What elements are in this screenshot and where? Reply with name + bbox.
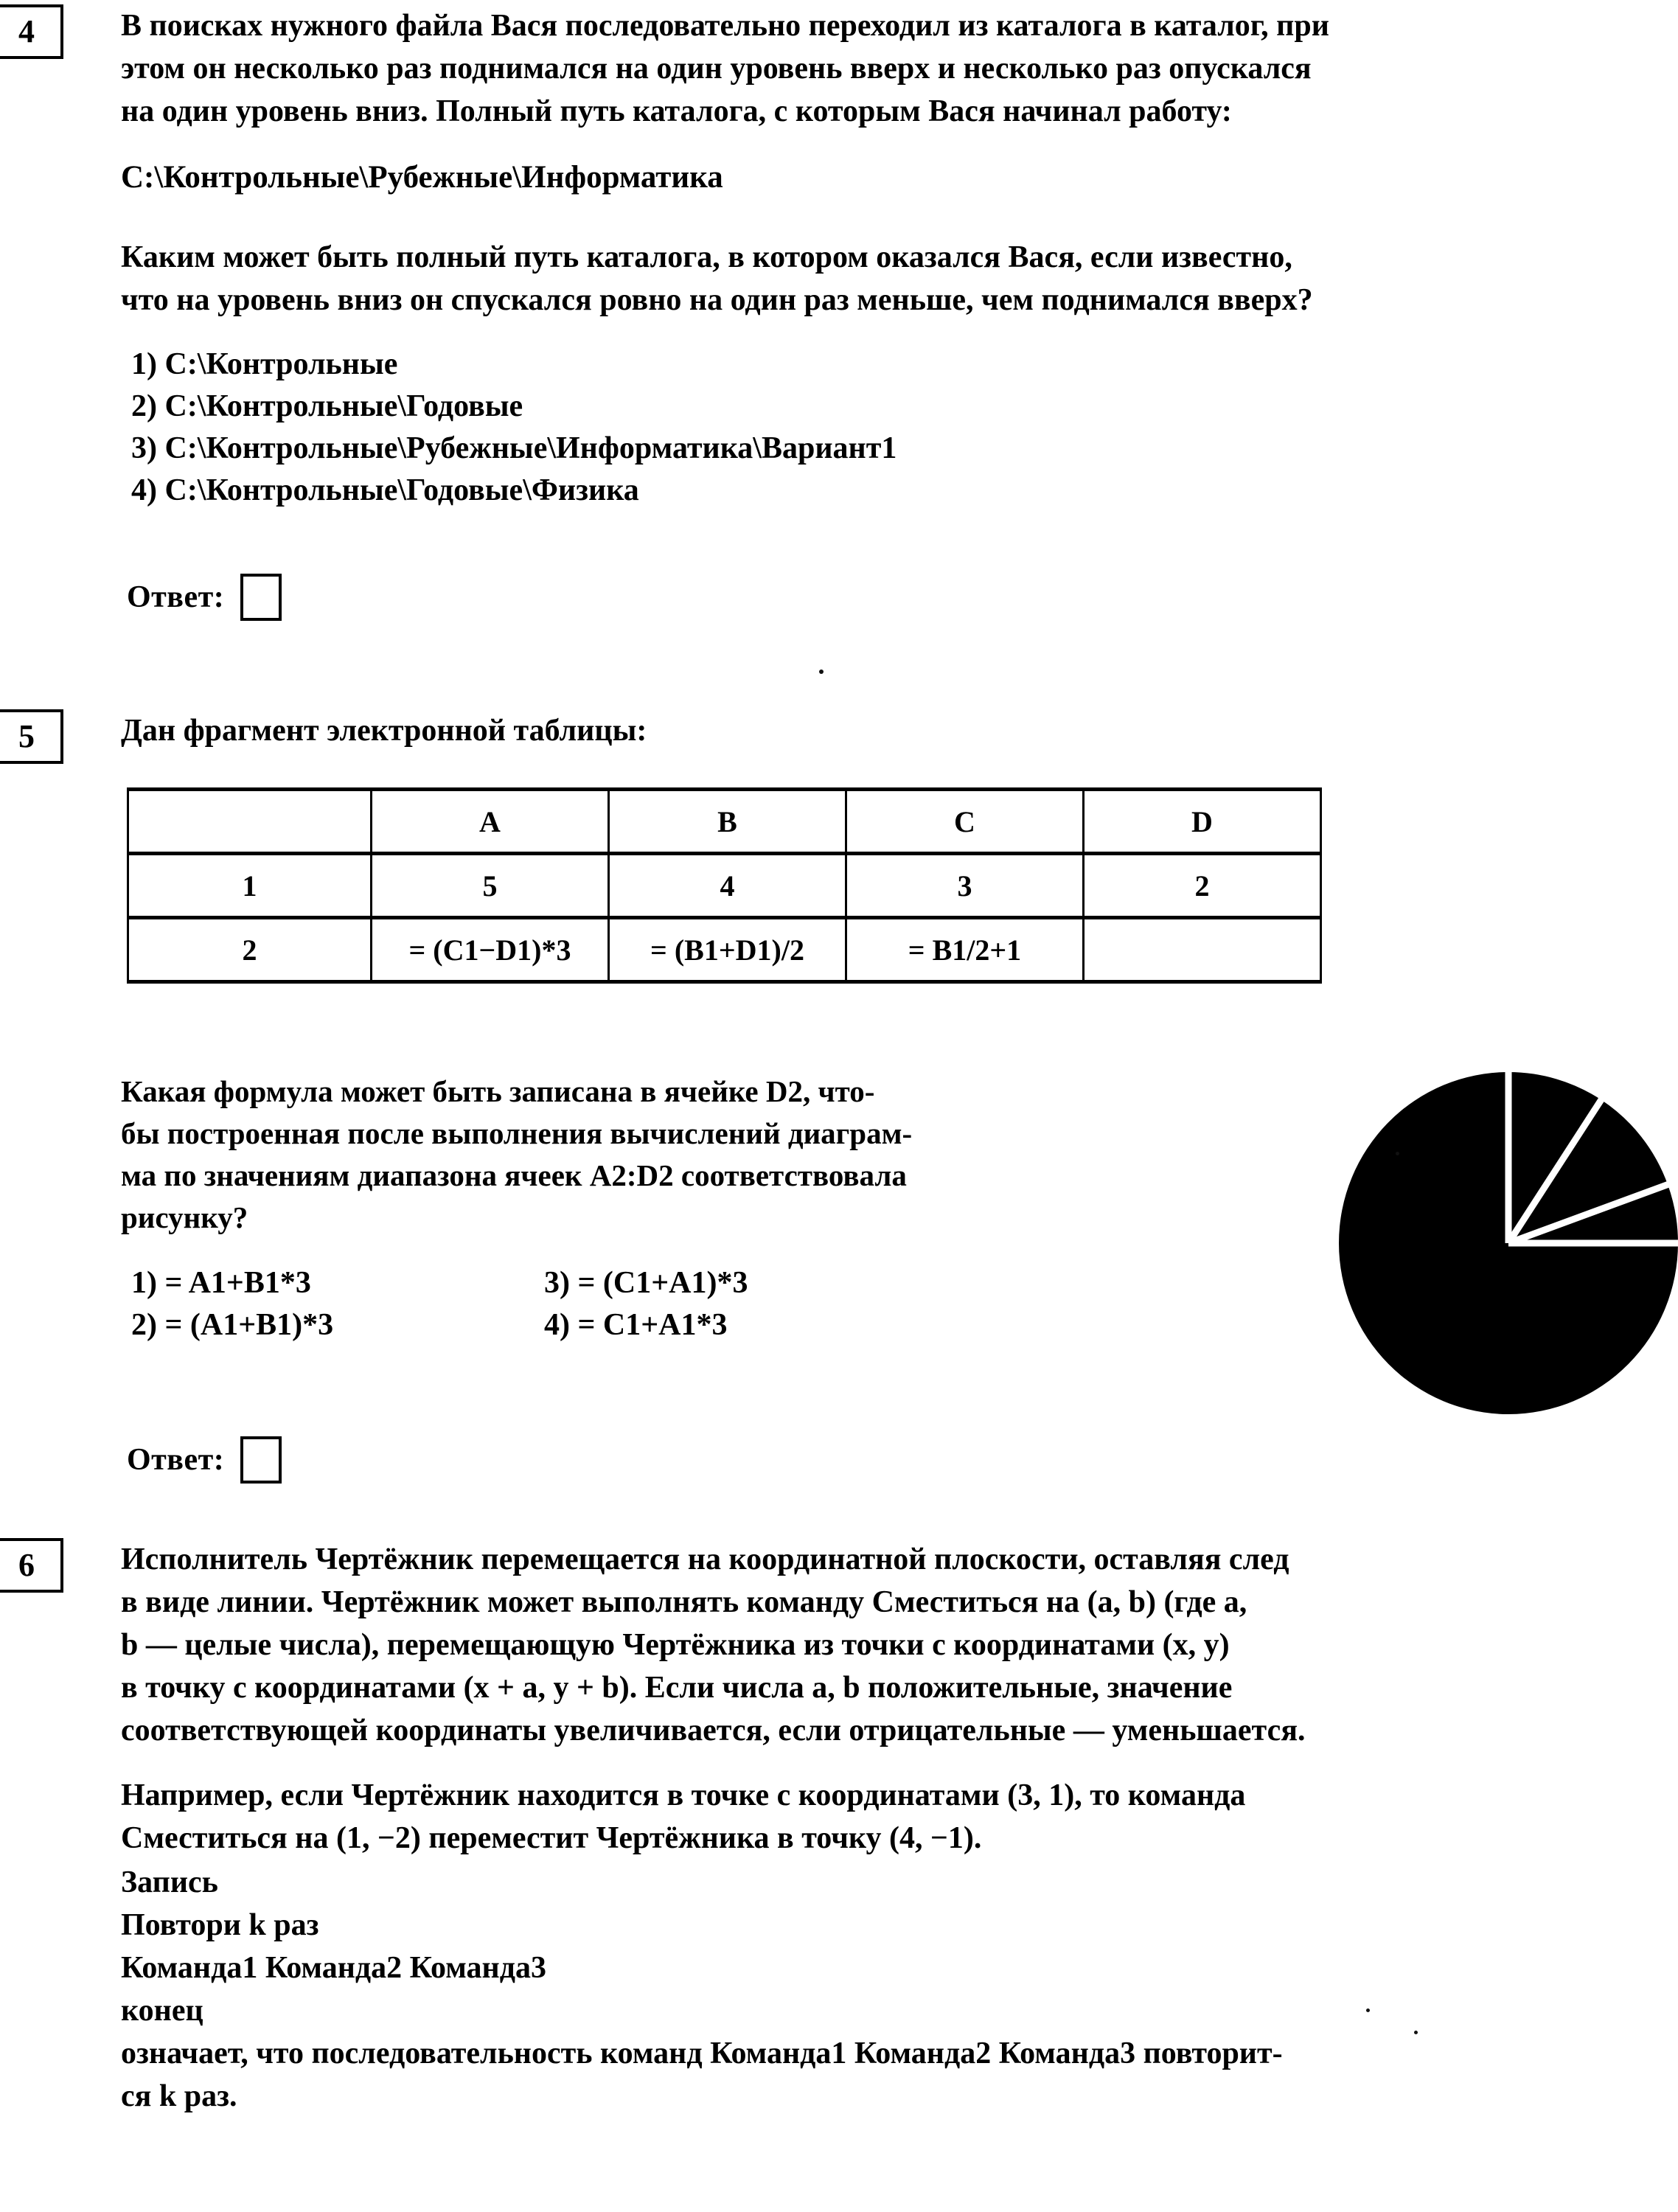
task-5-question-line-1: Какая формула может быть записана в ячей… bbox=[121, 1074, 875, 1108]
task-4-body-line-1: В поисках нужного файла Вася последовате… bbox=[121, 9, 1329, 43]
row-header-2: 2 bbox=[127, 916, 372, 984]
pie-chart-figure bbox=[1302, 1046, 1678, 1458]
task-5-question-line-3: ма по значениям диапазона ячеек A2:D2 со… bbox=[121, 1158, 907, 1192]
task-4-option-3[interactable]: 3) C:\Контрольные\Рубежные\Информатика\В… bbox=[131, 428, 897, 470]
task-4-question-line-1: Каким может быть полный путь каталога, в… bbox=[121, 240, 1292, 274]
cell-b1: 4 bbox=[608, 852, 847, 919]
cell-b2: = (B1+D1)/2 bbox=[608, 916, 847, 984]
task-6-body: Исполнитель Чертёжник перемещается на ко… bbox=[121, 1538, 1678, 1752]
table-header-row: A B C D bbox=[127, 787, 1322, 855]
cell-a1: 5 bbox=[370, 852, 610, 919]
column-header-b: B bbox=[608, 787, 847, 855]
task-4-option-2[interactable]: 2) C:\Контрольные\Годовые bbox=[131, 386, 897, 428]
row-header-1: 1 bbox=[127, 852, 372, 919]
task-4-body-line-2: этом он несколько раз поднимался на один… bbox=[121, 52, 1312, 86]
task-5-answer-box[interactable] bbox=[240, 1436, 282, 1484]
scan-speck bbox=[1414, 2031, 1418, 2034]
column-header-c: C bbox=[845, 787, 1085, 855]
pie-chart-svg bbox=[1339, 1071, 1678, 1414]
task-4-directory-path: C:\Контрольные\Рубежные\Информатика bbox=[121, 156, 723, 199]
task-5-question-line-2: бы построенная после выполнения вычислен… bbox=[121, 1116, 913, 1150]
task-6-body-line-3: b — целые числа), перемещающую Чертёжник… bbox=[121, 1628, 1230, 1662]
task-number-label: 4 bbox=[18, 13, 35, 49]
task-6-body-line-5: соответствующей координаты увеличивается… bbox=[121, 1714, 1306, 1747]
task-4-question-line-2: что на уровень вниз он спускался ровно н… bbox=[121, 283, 1313, 317]
task-4-answer-box[interactable] bbox=[240, 574, 282, 621]
task-5-option-3[interactable]: 3) = (C1+A1)*3 bbox=[544, 1262, 748, 1304]
task-6-body-line-2: в виде линии. Чертёжник может выполнять … bbox=[121, 1585, 1247, 1619]
column-header-d: D bbox=[1082, 787, 1322, 855]
task-6-closing-line-1: означает, что последовательность команд … bbox=[121, 2037, 1283, 2070]
spreadsheet-fragment-table: A B C D 1 5 4 3 2 2 = (C1−D1)*3 = (B1+D1… bbox=[127, 787, 1322, 984]
task-4-option-4[interactable]: 4) C:\Контрольные\Годовые\Физика bbox=[131, 470, 897, 512]
task-6-closing: означает, что последовательность команд … bbox=[121, 2032, 1678, 2118]
task-6-example: Например, если Чертёжник находится в точ… bbox=[121, 1774, 1678, 1860]
scan-speck bbox=[819, 669, 824, 674]
task-4-answer-row: Ответ: bbox=[127, 574, 282, 621]
task-4-option-1[interactable]: 1) C:\Контрольные bbox=[131, 344, 897, 386]
cell-d1: 2 bbox=[1082, 852, 1322, 919]
cell-a2: = (C1−D1)*3 bbox=[370, 916, 610, 984]
task-5-option-1[interactable]: 1) = A1+B1*3 bbox=[131, 1262, 544, 1304]
task-5-options: 1) = A1+B1*3 3) = (C1+A1)*3 2) = (A1+B1)… bbox=[131, 1262, 748, 1346]
task-4-body: В поисках нужного файла Вася последовате… bbox=[121, 4, 1678, 133]
task-number-label: 6 bbox=[18, 1547, 35, 1583]
task-6-example-line-2: Сместиться на (1, −2) переместит Чертёжн… bbox=[121, 1821, 982, 1855]
task-6-record-label: Запись bbox=[121, 1861, 218, 1904]
task-5-question-line-4: рисунку? bbox=[121, 1200, 248, 1234]
table-corner-cell bbox=[127, 787, 372, 855]
scan-speck bbox=[1366, 2008, 1370, 2012]
scanned-exam-page: 4 В поисках нужного файла Вася последова… bbox=[0, 0, 1678, 2212]
task-5-question: Какая формула может быть записана в ячей… bbox=[121, 1071, 1227, 1239]
task-4-body-line-3: на один уровень вниз. Полный путь катало… bbox=[121, 94, 1232, 128]
task-4-answer-label: Ответ: bbox=[127, 580, 225, 614]
column-header-a: A bbox=[370, 787, 610, 855]
directory-path-text: C:\Контрольные\Рубежные\Информатика bbox=[121, 160, 723, 195]
record-label-text: Запись bbox=[121, 1865, 218, 1899]
task-5-answer-row: Ответ: bbox=[127, 1436, 282, 1484]
task-number-box-6: 6 bbox=[0, 1538, 63, 1593]
task-number-label: 5 bbox=[18, 718, 35, 754]
task-6-closing-line-2: ся k раз. bbox=[121, 2079, 237, 2113]
task-6-code-block: Повтори k раз Команда1 Команда2 Команда3… bbox=[121, 1904, 546, 2032]
task-4-options: 1) C:\Контрольные 2) C:\Контрольные\Годо… bbox=[131, 344, 897, 512]
scan-speck bbox=[1396, 1152, 1399, 1155]
cell-d2 bbox=[1082, 916, 1322, 984]
task-5-answer-label: Ответ: bbox=[127, 1443, 225, 1477]
task-5-option-2[interactable]: 2) = (A1+B1)*3 bbox=[131, 1304, 544, 1346]
task-number-box-5: 5 bbox=[0, 709, 63, 764]
cell-c1: 3 bbox=[845, 852, 1085, 919]
task-number-box-4: 4 bbox=[0, 4, 63, 59]
cell-c2: = B1/2+1 bbox=[845, 916, 1085, 984]
task-5-intro-text: Дан фрагмент электронной таблицы: bbox=[121, 714, 647, 748]
table-row: 1 5 4 3 2 bbox=[127, 852, 1322, 919]
code-line-end: конец bbox=[121, 1994, 203, 2028]
code-line-repeat: Повтори k раз bbox=[121, 1908, 319, 1942]
task-4-question: Каким может быть полный путь каталога, в… bbox=[121, 236, 1678, 321]
task-5-option-4[interactable]: 4) = C1+A1*3 bbox=[544, 1304, 748, 1346]
task-6-body-line-4: в точку с координатами (x + a, y + b). Е… bbox=[121, 1671, 1233, 1705]
task-5-intro: Дан фрагмент электронной таблицы: bbox=[121, 709, 647, 752]
code-line-commands: Команда1 Команда2 Команда3 bbox=[121, 1951, 546, 1985]
task-6-body-line-1: Исполнитель Чертёжник перемещается на ко… bbox=[121, 1543, 1289, 1576]
table-row: 2 = (C1−D1)*3 = (B1+D1)/2 = B1/2+1 bbox=[127, 916, 1322, 984]
task-6-example-line-1: Например, если Чертёжник находится в точ… bbox=[121, 1778, 1246, 1812]
